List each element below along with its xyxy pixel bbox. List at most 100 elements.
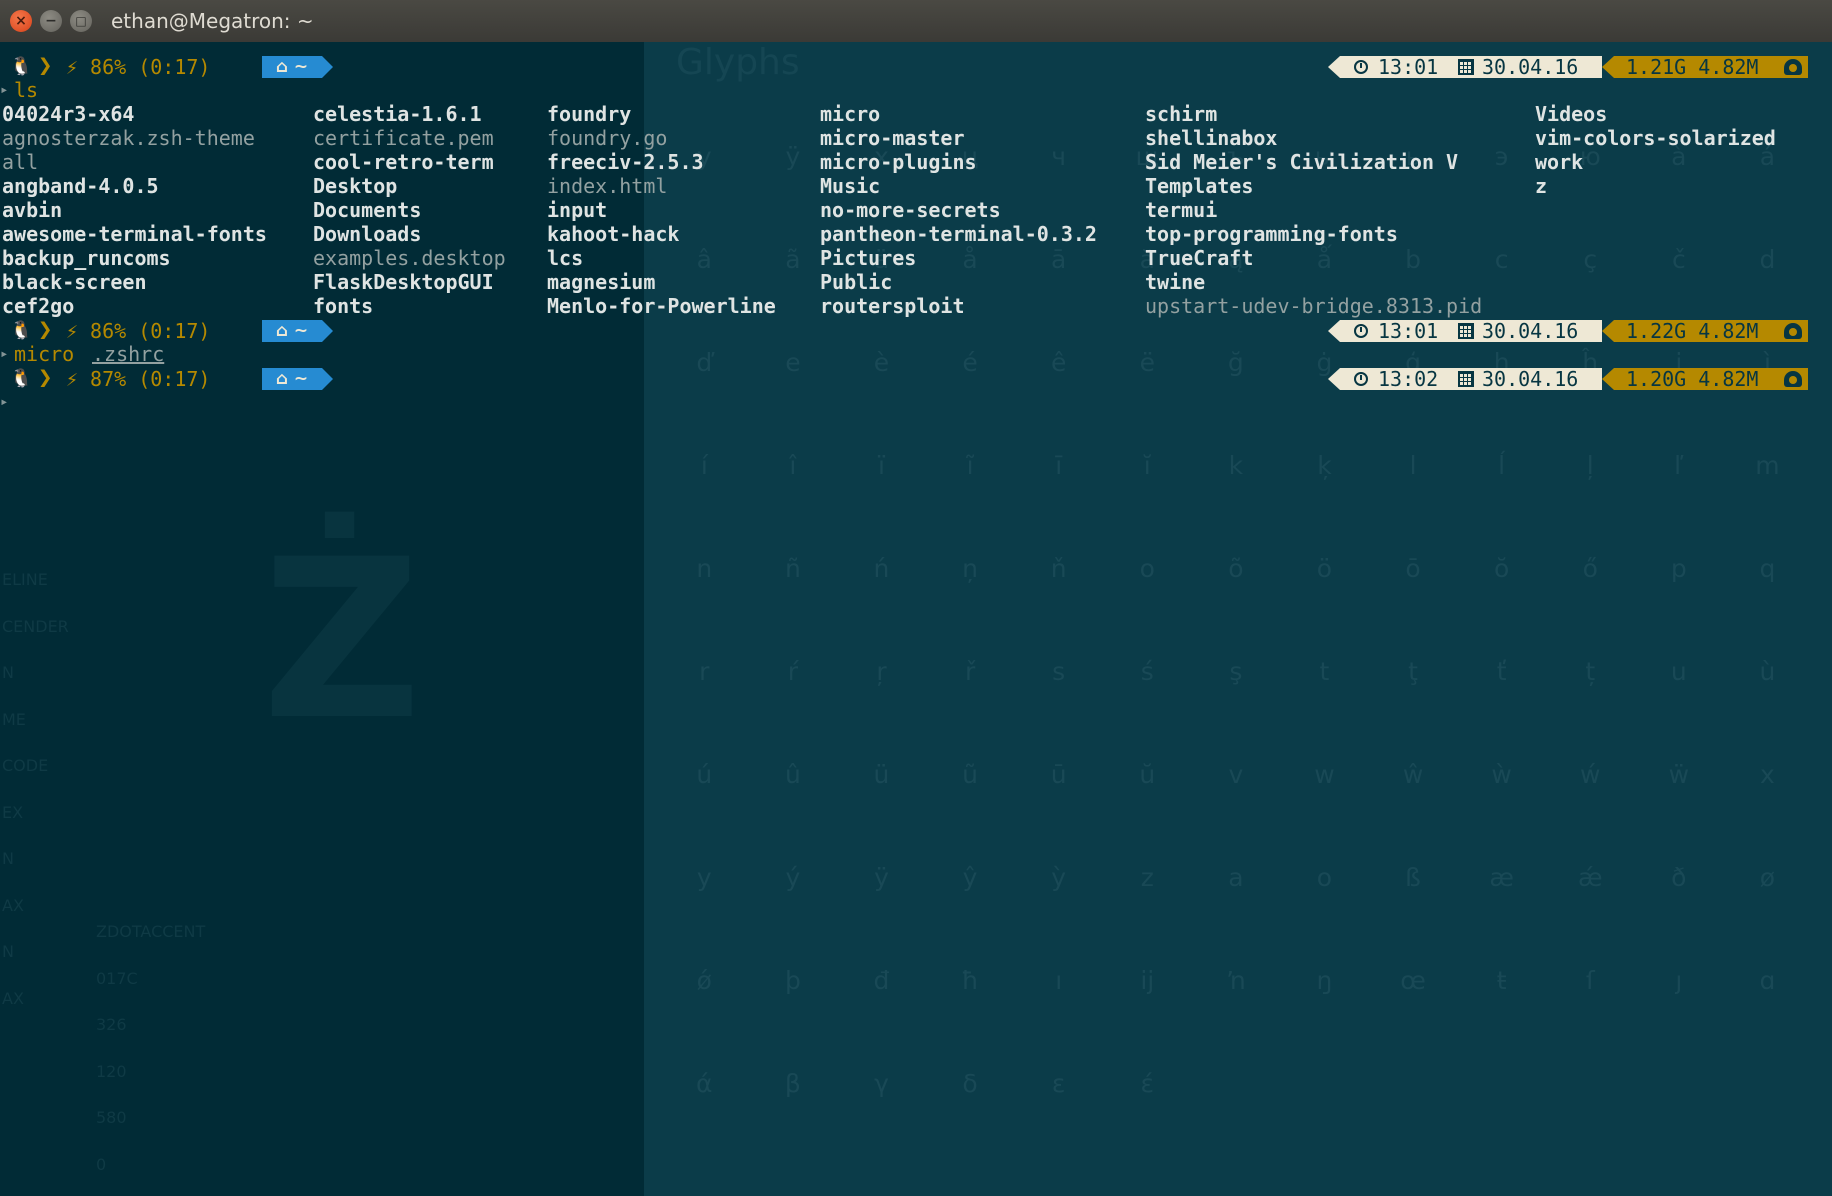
background-glyph: n [696, 554, 713, 583]
segment-arrow-icon [1602, 320, 1614, 342]
directory-entry: lcs [547, 246, 584, 270]
background-glyph: õ [1228, 554, 1244, 583]
background-label: EX [2, 802, 24, 822]
directory-entry: schirm [1145, 102, 1218, 126]
battery-level: 86% (0:17) [90, 319, 211, 343]
minimize-icon: − [45, 13, 57, 29]
background-glyph: ẁ [1491, 760, 1512, 789]
time-value: 13:01 [1378, 319, 1439, 343]
background-value: 326 [96, 1015, 127, 1034]
directory-entry: micro-plugins [820, 150, 977, 174]
background-glyph: ǽ [1577, 863, 1603, 892]
directory-entry: Documents [313, 198, 422, 222]
background-glyph: ĳ [1140, 966, 1155, 995]
home-directory-segment: ⌂ ~ [262, 368, 322, 390]
terminal-area[interactable]: Glyphs yÿxцчщъыьэюàáâãäåāăąǻbcçčdďeèéêëğ… [0, 42, 1832, 1196]
background-glyph: a [1228, 863, 1244, 892]
background-glyph: r [699, 657, 710, 686]
battery-status: ⚡ 86% (0:17) [66, 320, 210, 342]
datetime-segment: 13:01 30.04.16 [1340, 320, 1602, 342]
background-glyph: ù [1759, 657, 1776, 686]
datetime-segment: 13:01 30.04.16 [1340, 56, 1602, 78]
background-label: AX [2, 895, 24, 915]
background-glyph: γ [874, 1069, 889, 1098]
background-glyph: ķ [1317, 451, 1332, 480]
background-glyph: w [1314, 760, 1335, 789]
memory-segment: 1.20G 4.82M [1614, 368, 1808, 390]
background-label: AX [2, 988, 24, 1008]
background-glyph: ŋ [1316, 966, 1333, 995]
minimize-button[interactable]: − [40, 10, 62, 32]
file-entry: foundry.go [547, 126, 668, 150]
directory-entry: work [1535, 150, 1584, 174]
battery-status: ⚡ 87% (0:17) [66, 368, 210, 390]
command-line[interactable]: ▸ ls [0, 78, 1832, 102]
caret-right-icon: ▸ [0, 346, 9, 362]
chevron-right-icon: ❯ [38, 51, 53, 79]
background-glyph: û [784, 760, 801, 789]
directory-entry: pantheon-terminal-0.3.2 [820, 222, 1097, 246]
date-value: 30.04.16 [1482, 55, 1579, 79]
segment-arrow-icon [322, 320, 333, 342]
plug-icon: ⚡ [66, 319, 79, 343]
maximize-button[interactable]: □ [70, 10, 92, 32]
background-glyph: ň [1050, 554, 1067, 583]
background-glyph: ŉ [1225, 966, 1247, 995]
directory-entry: micro-master [820, 126, 965, 150]
background-glyph: k [1228, 451, 1244, 480]
background-value-list: ZDOTACCENT 017C 326 120 580 0 833 [96, 909, 205, 1196]
background-glyph: m [1755, 451, 1780, 480]
memory-segment: 1.22G 4.82M [1614, 320, 1808, 342]
background-glyph: β [784, 1069, 801, 1098]
directory-entry: cool-retro-term [313, 150, 494, 174]
background-glyph: ü [873, 760, 890, 789]
title-bar[interactable]: × − □ ethan@Megatron: ~ [0, 0, 1832, 43]
directory-entry: routersploit [820, 294, 965, 318]
directory-entry: micro [820, 102, 881, 126]
background-glyph: ñ [784, 554, 801, 583]
background-glyph: ı [1055, 966, 1063, 995]
command-line[interactable]: ▸ [0, 390, 1832, 414]
background-glyph: đ [873, 966, 890, 995]
plug-icon: ⚡ [66, 367, 79, 391]
memory-value: 1.21G 4.82M [1626, 55, 1759, 79]
segment-arrow-icon [1602, 56, 1614, 78]
segment-arrow-icon [1328, 320, 1340, 342]
caret-right-icon: ▸ [0, 394, 9, 410]
directory-entry: Menlo-for-Powerline [547, 294, 776, 318]
background-glyph: ő [1582, 554, 1598, 583]
file-entry: all [2, 150, 39, 174]
background-glyph: î [789, 451, 797, 480]
background-glyph: u [1670, 657, 1687, 686]
background-glyph: ŗ [876, 657, 887, 686]
file-entry: index.html [547, 174, 668, 198]
background-glyph: ÿ [874, 863, 889, 892]
background-glyph: ŭ [1139, 760, 1156, 789]
memory-value: 1.20G 4.82M [1626, 367, 1759, 391]
segment-arrow-icon [1328, 56, 1340, 78]
close-button[interactable]: × [10, 10, 32, 32]
plug-icon: ⚡ [66, 55, 79, 79]
background-glyph: ỳ [1051, 863, 1067, 892]
background-glyph: ţ [1408, 657, 1418, 686]
directory-entry: 04024r3-x64 [2, 102, 135, 126]
background-glyph: o [1316, 863, 1333, 892]
directory-entry: awesome-terminal-fonts [2, 222, 267, 246]
background-glyph: ř [964, 657, 976, 686]
directory-entry: z [1535, 174, 1548, 198]
tux-icon: 🐧 [10, 320, 33, 341]
calendar-icon [1458, 323, 1474, 339]
background-glyph: ĩ [966, 451, 974, 480]
directory-entry: Pictures [820, 246, 917, 270]
directory-entry: avbin [2, 198, 63, 222]
command-line[interactable]: ▸ micro .zshrc [0, 342, 1832, 366]
background-value: 017C [96, 968, 138, 988]
segment-arrow-icon [1328, 368, 1340, 390]
background-glyph: δ [962, 1069, 978, 1098]
home-directory-segment: ⌂ ~ [262, 320, 322, 342]
directory-entry: Music [820, 174, 881, 198]
directory-entry: termui [1145, 198, 1218, 222]
segment-arrow-icon [322, 368, 333, 390]
directory-entry: fonts [313, 294, 374, 318]
maximize-icon: □ [75, 14, 87, 28]
